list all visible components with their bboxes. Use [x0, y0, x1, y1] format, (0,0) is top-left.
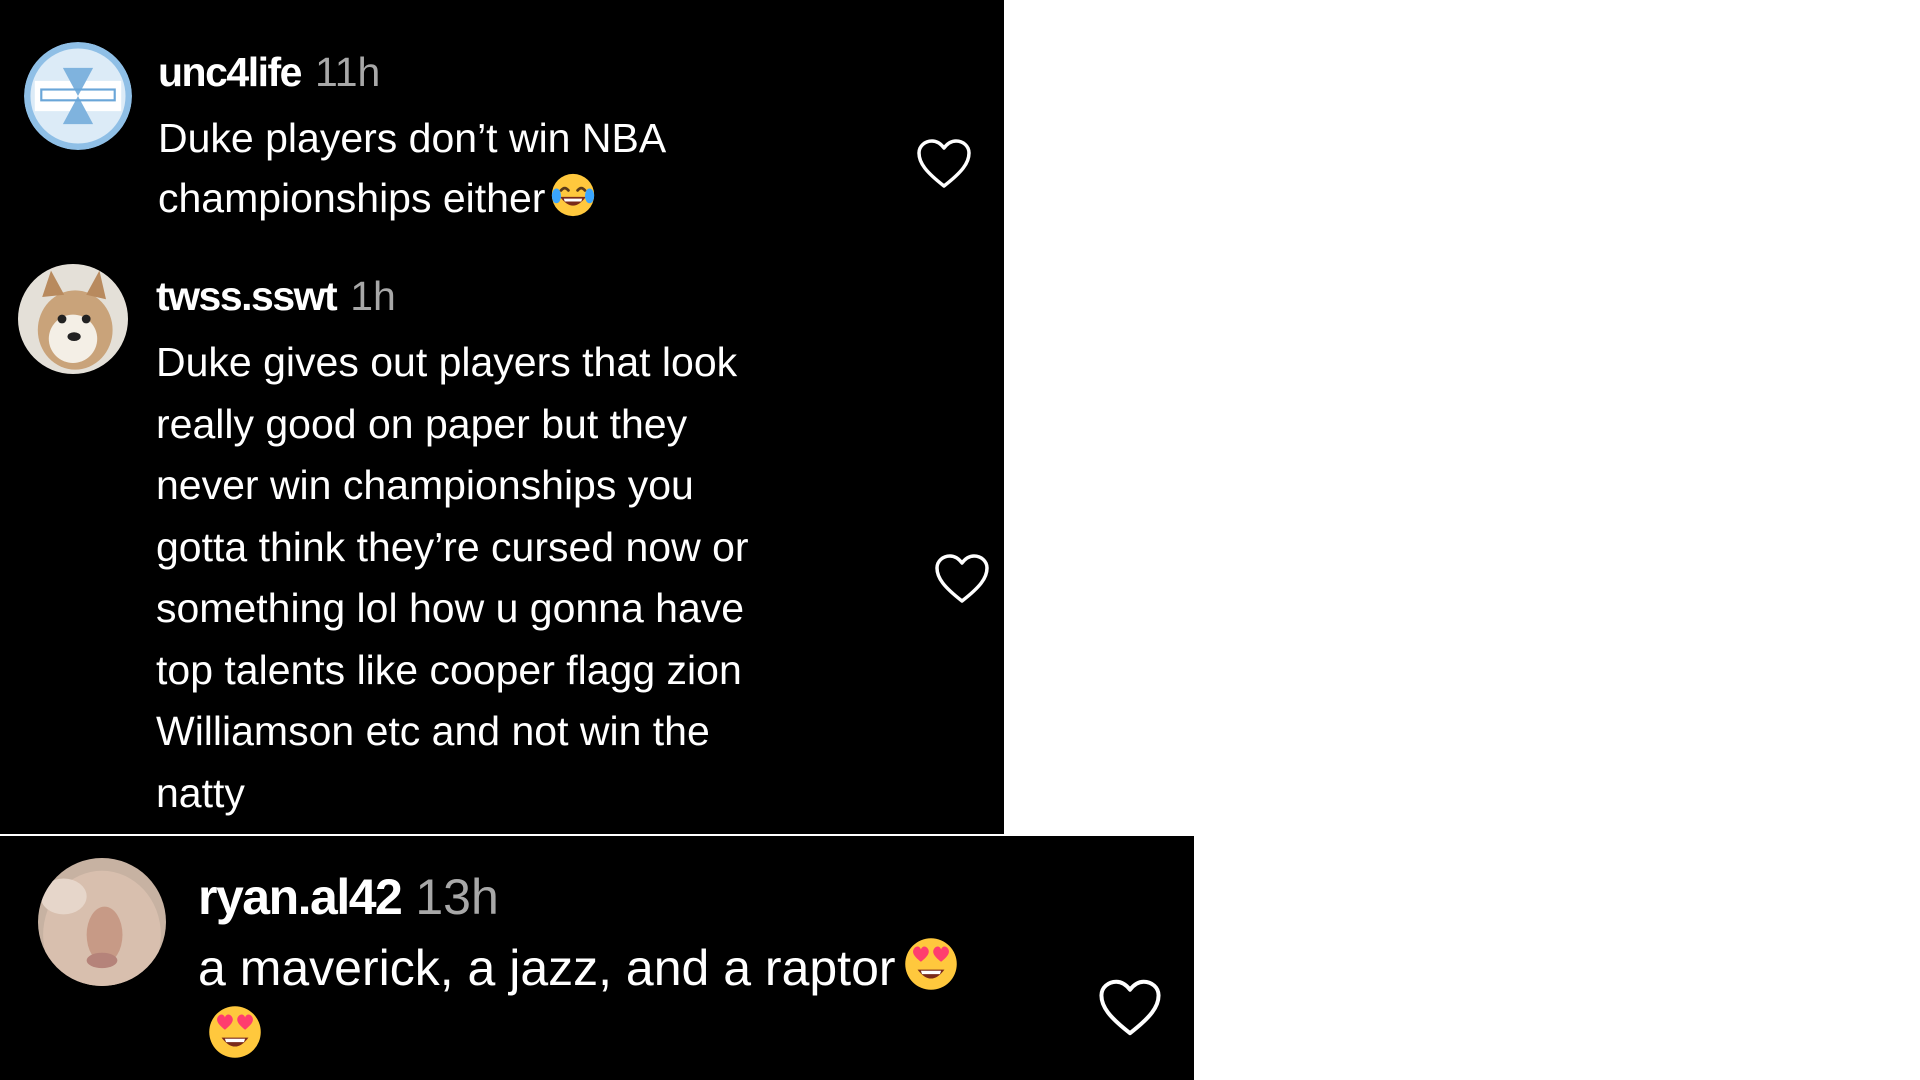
heart-outline-icon[interactable] — [916, 138, 972, 190]
comment-line-text: championships either — [158, 175, 546, 221]
comment-line: a maverick, a jazz, and a raptor — [198, 934, 960, 1002]
comment-line: Duke gives out players that look — [156, 339, 738, 385]
avatar[interactable] — [24, 42, 132, 150]
smiling-face-with-heart-eyes-icon — [902, 936, 960, 992]
comment-line-text: a maverick, a jazz, and a raptor — [198, 940, 896, 996]
comment-line: Williamson etc and not win the — [156, 708, 710, 754]
comment-line: something lol how u gonna have — [156, 585, 745, 631]
comment-line: gotta think they’re cursed now or — [156, 523, 749, 570]
comment-line: never win championships you — [156, 462, 694, 508]
heart-outline-icon[interactable] — [1098, 978, 1162, 1038]
smiling-face-with-heart-eyes-icon — [206, 1004, 264, 1060]
heart-outline-icon[interactable] — [934, 553, 990, 605]
comments-panel-bottom: ryan.al42 13h a maverick, a jazz, and a r… — [0, 836, 1194, 1080]
avatar[interactable] — [38, 858, 166, 986]
comment-line: Duke players don’t win NBA — [158, 115, 667, 161]
comment-line — [198, 1002, 960, 1070]
comment-line: top talents like cooper flagg zion — [156, 646, 742, 693]
comment-line: natty — [156, 769, 245, 816]
username[interactable]: ryan.al42 — [198, 869, 403, 925]
comment-line: really good on paper but they — [156, 400, 688, 447]
timestamp: 1h — [350, 273, 396, 319]
username[interactable]: unc4life — [158, 49, 302, 95]
comment-text: a maverick, a jazz, and a raptor — [198, 934, 960, 1070]
avatar[interactable] — [18, 264, 128, 374]
comment-line: championships either — [158, 168, 666, 228]
comment-text: Duke gives out players that look really … — [156, 332, 749, 824]
comment-text: Duke players don’t win NBA championships… — [158, 108, 666, 228]
timestamp: 11h — [314, 49, 381, 95]
username[interactable]: twss.sswt — [156, 273, 338, 319]
face-with-tears-of-joy-icon — [549, 172, 597, 218]
timestamp: 13h — [415, 869, 499, 925]
comments-panel-top: unc4life 11h Duke players don’t win NBA c… — [0, 0, 1004, 834]
